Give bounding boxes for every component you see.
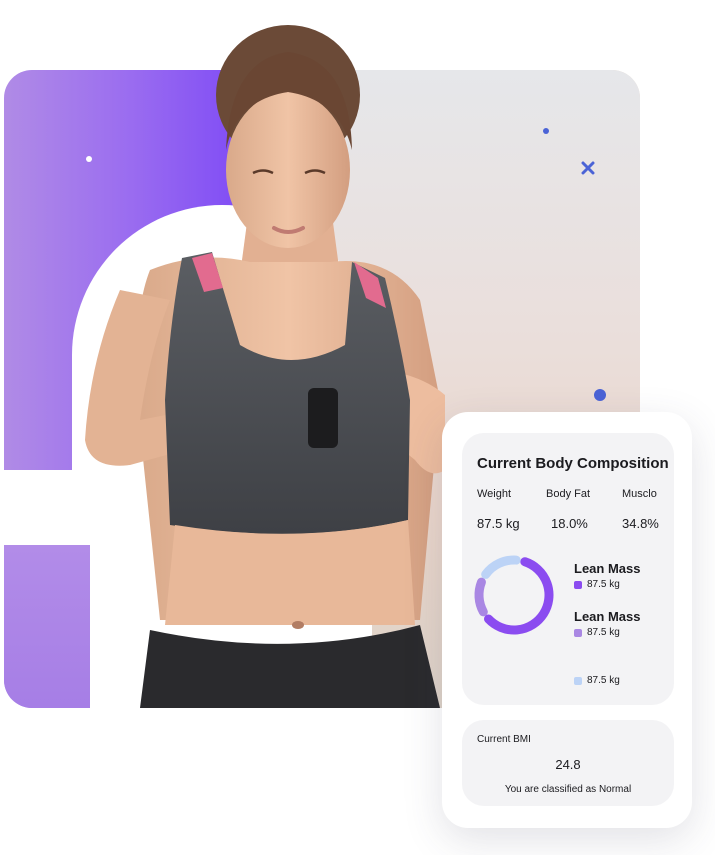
purple-corner-shape [4, 545, 90, 708]
body-fat-value: 18.0% [551, 516, 588, 531]
donut-segment [474, 577, 488, 617]
legend-swatch [574, 676, 582, 685]
weight-label: Weight [477, 488, 512, 500]
body-fat-label: Body Fat [546, 488, 591, 500]
muscle-label: Musclo [622, 488, 657, 500]
sparkle-dot [543, 128, 549, 134]
legend-swatch [574, 580, 582, 589]
muscle-value: 34.8% [622, 516, 659, 531]
sparkle-dot [86, 156, 92, 162]
legend-item-3: 87.5 kg [574, 675, 620, 686]
donut-segment [483, 557, 554, 635]
legend-swatch [574, 628, 582, 637]
legend-item-1: 87.5 kg [574, 579, 620, 590]
bmi-classification: You are classified as Normal [504, 784, 632, 795]
legend-item-2: 87.5 kg [574, 627, 620, 638]
white-arch-shape [72, 205, 372, 725]
legend-title-2: Lean Mass [574, 609, 641, 624]
sparkle-dot [594, 389, 606, 401]
composition-donut [474, 555, 554, 635]
bmi-value: 24.8 [555, 757, 581, 772]
donut-segment [481, 555, 521, 579]
legend-value-1: 87.5 kg [587, 579, 620, 590]
cross-icon [581, 161, 595, 175]
legend-value-2: 87.5 kg [587, 627, 620, 638]
bmi-label: Current BMI [477, 734, 531, 745]
card-title: Current Body Composition [477, 455, 669, 472]
weight-value: 87.5 kg [477, 516, 520, 531]
legend-title-1: Lean Mass [574, 561, 641, 576]
legend-value-3: 87.5 kg [587, 675, 620, 686]
